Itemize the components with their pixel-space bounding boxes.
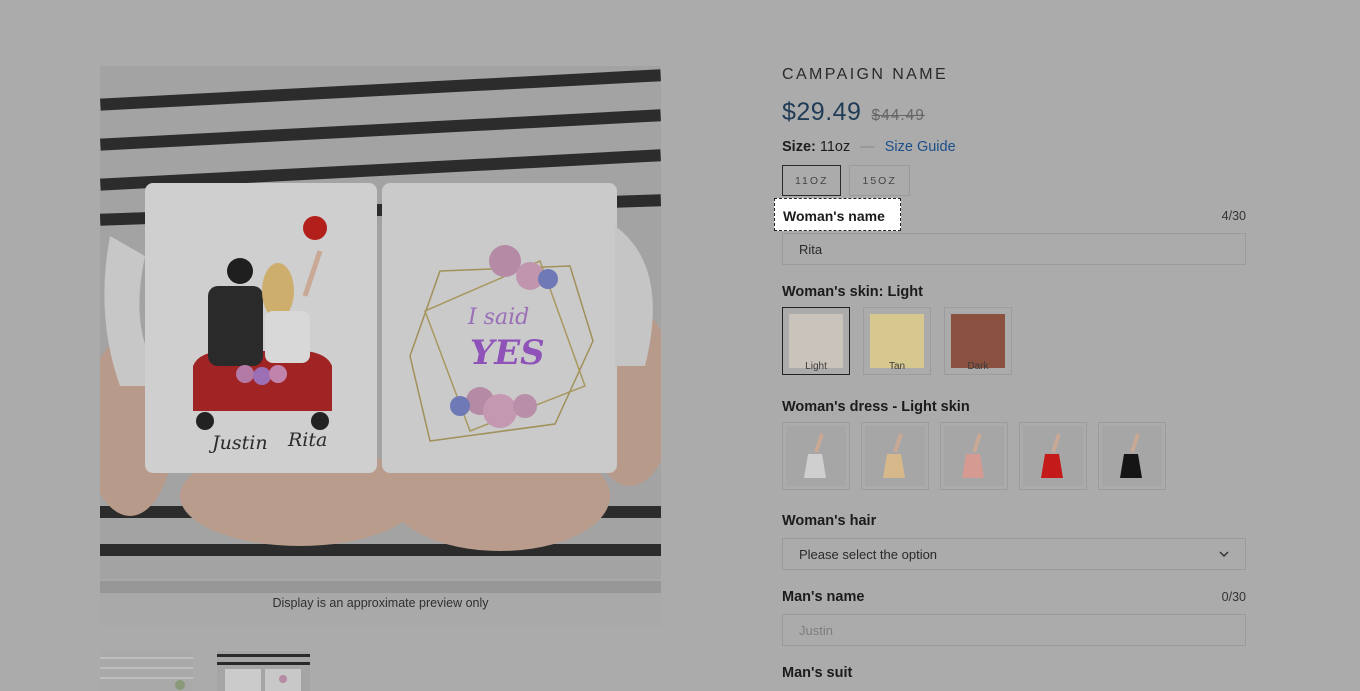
dress-option-champagne[interactable] (861, 422, 929, 490)
size-value: 11oz (819, 139, 851, 155)
womans-skin-label: Woman's skin: Light (782, 284, 923, 300)
womans-hair-select-value: Please select the option (799, 547, 938, 562)
mug-preview-image: Justin Rita I said YES (100, 66, 661, 627)
product-title: CAMPAIGN NAME (782, 66, 949, 83)
skin-swatch-color (789, 314, 843, 368)
compare-at-price: $44.49 (871, 107, 925, 124)
skin-option-dark[interactable]: Dark (944, 307, 1012, 375)
product-main-image[interactable]: Justin Rita I said YES Display is an app… (100, 66, 661, 627)
dress-figure-icon (1102, 426, 1162, 486)
dress-option-pink[interactable] (940, 422, 1008, 490)
thumbnail-image (100, 651, 193, 691)
mans-name-label: Man's name (782, 589, 865, 605)
thumbnail-image (217, 651, 310, 691)
preview-disclaimer: Display is an approximate preview only (100, 579, 661, 627)
skin-swatch-color (951, 314, 1005, 368)
size-separator: — (860, 139, 875, 155)
sale-price: $29.49 (782, 98, 862, 126)
womans-hair-label: Woman's hair (782, 513, 877, 529)
svg-text:Rita: Rita (287, 429, 327, 451)
product-gallery: Justin Rita I said YES Display is an app… (100, 66, 661, 627)
dress-figure-icon (865, 426, 925, 486)
thumbnail-2[interactable] (217, 651, 310, 691)
dress-figure-icon (944, 426, 1004, 486)
mans-suit-label: Man's suit (782, 665, 853, 681)
dress-option-black[interactable] (1098, 422, 1166, 490)
size-options: 11OZ 15OZ (782, 165, 910, 196)
womans-dress-options (782, 422, 1166, 490)
womans-name-counter: 4/30 (1221, 209, 1246, 223)
womans-dress-label: Woman's dress - Light skin (782, 399, 970, 415)
mans-name-input[interactable]: Justin (782, 614, 1246, 646)
dress-option-red[interactable] (1019, 422, 1087, 490)
chevron-down-icon (1219, 551, 1229, 558)
svg-text:YES: YES (470, 333, 545, 373)
skin-option-tan[interactable]: Tan (863, 307, 931, 375)
womans-hair-select[interactable]: Please select the option (782, 538, 1246, 570)
womans-name-input[interactable]: Rita (782, 233, 1246, 265)
size-option-15oz[interactable]: 15OZ (849, 165, 910, 196)
skin-option-label: Tan (888, 361, 906, 372)
skin-option-label: Dark (967, 361, 989, 372)
svg-text:I said: I said (467, 305, 529, 330)
thumbnail-1[interactable] (100, 651, 193, 691)
svg-text:Justin: Justin (208, 432, 268, 454)
dress-figure-icon (786, 426, 846, 486)
mans-name-counter: 0/30 (1221, 590, 1246, 604)
skin-option-light[interactable]: Light (782, 307, 850, 375)
skin-swatch-color (870, 314, 924, 368)
dress-figure-icon (1023, 426, 1083, 486)
dress-option-white[interactable] (782, 422, 850, 490)
size-option-11oz[interactable]: 11OZ (782, 165, 842, 196)
womans-name-label: Woman's name (774, 198, 901, 231)
size-row: Size: 11oz — Size Guide (782, 139, 956, 155)
womans-skin-options: Light Tan Dark (782, 307, 1012, 375)
price-row: $29.49 $44.49 (782, 98, 925, 127)
skin-option-label: Light (805, 361, 827, 372)
size-guide-link[interactable]: Size Guide (885, 139, 956, 155)
size-label: Size: (782, 139, 816, 155)
